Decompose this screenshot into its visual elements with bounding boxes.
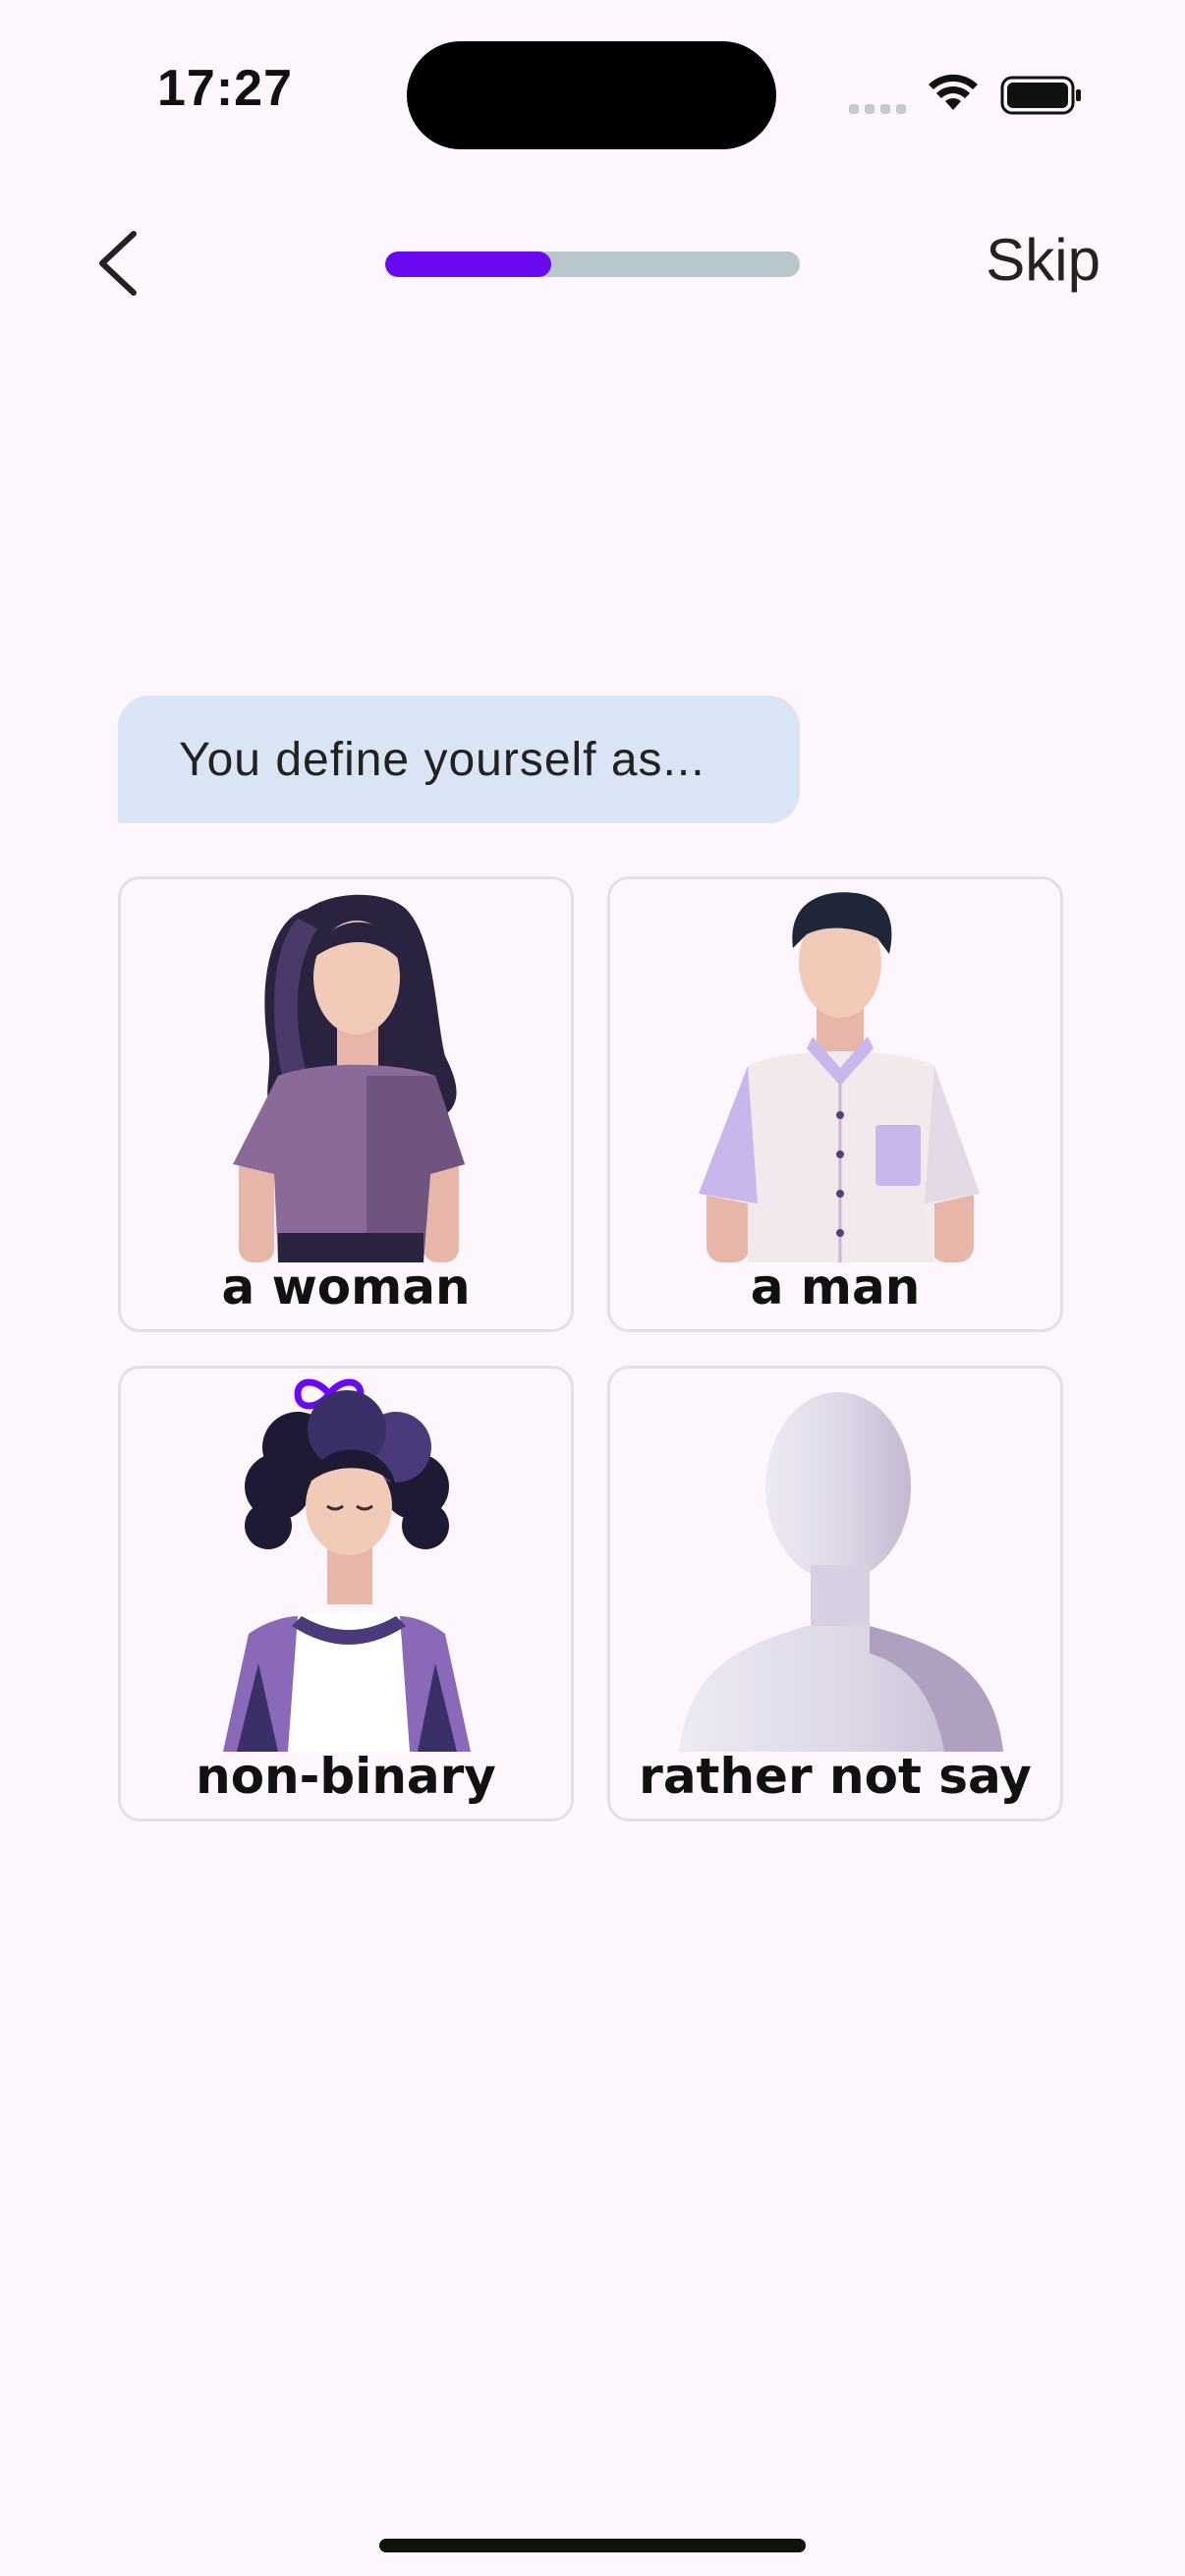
anonymous-avatar xyxy=(679,1392,1003,1752)
wifi-icon xyxy=(929,74,978,110)
option-label: non-binary xyxy=(196,1748,496,1805)
non-binary-avatar xyxy=(223,1378,471,1752)
option-card-rather-not-say[interactable]: rather not say xyxy=(607,1366,1063,1821)
option-label: rather not say xyxy=(639,1748,1032,1805)
prompt-text: You define yourself as... xyxy=(179,733,705,786)
chevron-left-icon xyxy=(99,231,137,296)
onboarding-progress-bar xyxy=(385,252,800,277)
option-label: a woman xyxy=(221,1259,471,1316)
option-card-non-binary[interactable]: non-binary xyxy=(118,1366,574,1821)
man-avatar xyxy=(699,892,980,1262)
prompt-bubble: You define yourself as... xyxy=(118,696,800,823)
option-label: a man xyxy=(750,1259,921,1316)
cellular-signal-icon xyxy=(849,104,906,114)
dynamic-island xyxy=(407,41,776,149)
back-button[interactable] xyxy=(79,216,157,310)
option-card-woman[interactable]: a woman xyxy=(118,876,574,1332)
woman-avatar xyxy=(233,894,465,1262)
progress-fill xyxy=(385,252,551,277)
option-card-man[interactable]: a man xyxy=(607,876,1063,1332)
status-time: 17:27 xyxy=(157,60,293,117)
skip-button[interactable]: Skip xyxy=(986,226,1100,294)
battery-icon xyxy=(1000,76,1081,115)
home-indicator[interactable] xyxy=(379,2539,806,2552)
